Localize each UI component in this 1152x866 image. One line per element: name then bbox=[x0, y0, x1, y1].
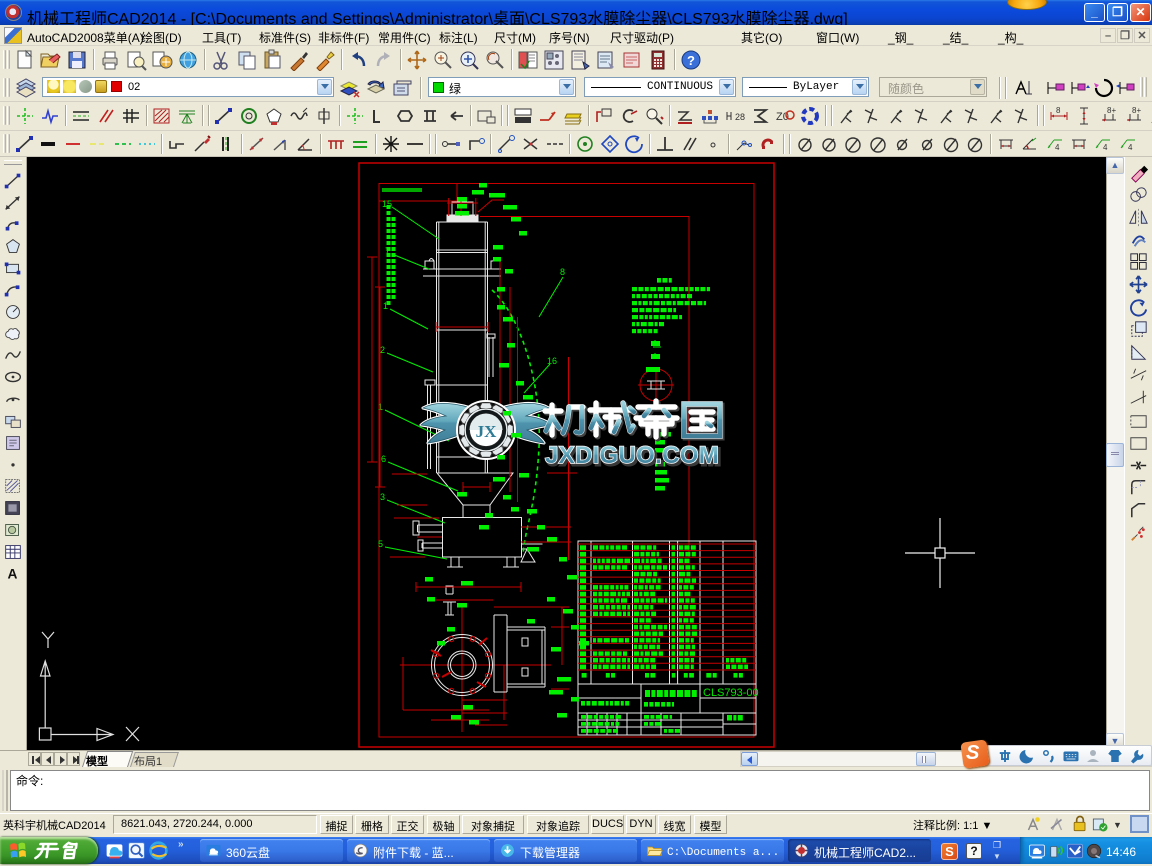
svg-text:CLS793-00: CLS793-00 bbox=[703, 687, 759, 699]
svg-text:5: 5 bbox=[378, 539, 383, 549]
svg-text:4: 4 bbox=[1103, 143, 1108, 152]
svg-text:8+: 8+ bbox=[1107, 106, 1116, 115]
svg-text:8: 8 bbox=[560, 267, 565, 277]
svg-text:4: 4 bbox=[1055, 143, 1060, 152]
svg-text:3: 3 bbox=[380, 492, 385, 502]
svg-text:8+: 8+ bbox=[1132, 106, 1141, 115]
svg-text:A: A bbox=[8, 567, 18, 582]
svg-text:16: 16 bbox=[547, 356, 557, 366]
svg-text:8: 8 bbox=[1056, 106, 1061, 115]
svg-text:1: 1 bbox=[378, 402, 383, 412]
svg-text:JXDIGUO.COM: JXDIGUO.COM bbox=[545, 442, 719, 469]
svg-text:28: 28 bbox=[735, 112, 745, 122]
svg-text:6: 6 bbox=[381, 454, 386, 464]
svg-text:2: 2 bbox=[380, 345, 385, 355]
svg-text:?: ? bbox=[687, 53, 695, 68]
svg-text:JX: JX bbox=[476, 422, 498, 441]
svg-text:4: 4 bbox=[1128, 143, 1133, 152]
